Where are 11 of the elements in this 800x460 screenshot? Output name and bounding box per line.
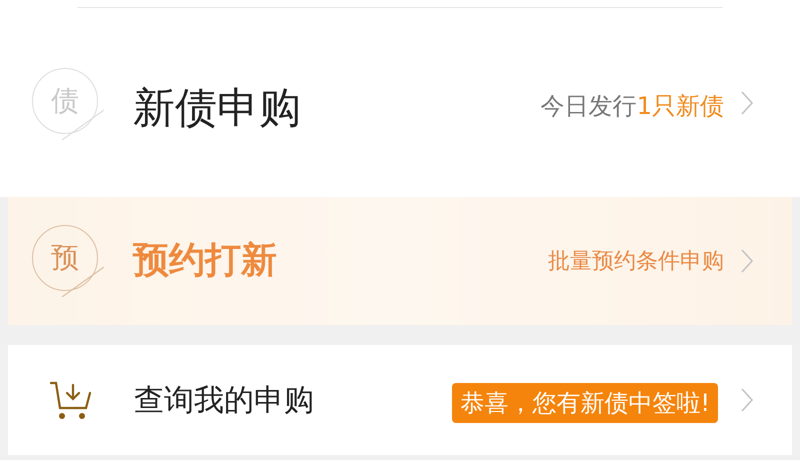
row-title: 新债申购 bbox=[133, 82, 301, 134]
row-note: 今日发行1只新债 bbox=[540, 91, 724, 122]
chevron-right-icon bbox=[740, 90, 754, 116]
alert-badge: 恭喜，您有新债中签啦! bbox=[452, 383, 718, 423]
chevron-right-icon bbox=[740, 248, 754, 274]
chevron-right-icon bbox=[740, 387, 754, 413]
cart-download-icon bbox=[50, 380, 92, 420]
row-title: 预约打新 bbox=[133, 239, 277, 283]
row-note: 批量预约条件申购 bbox=[548, 248, 724, 276]
query-row[interactable]: 查询我的申购 恭喜，您有新债中签啦! bbox=[8, 345, 792, 455]
row-title: 查询我的申购 bbox=[134, 382, 314, 420]
